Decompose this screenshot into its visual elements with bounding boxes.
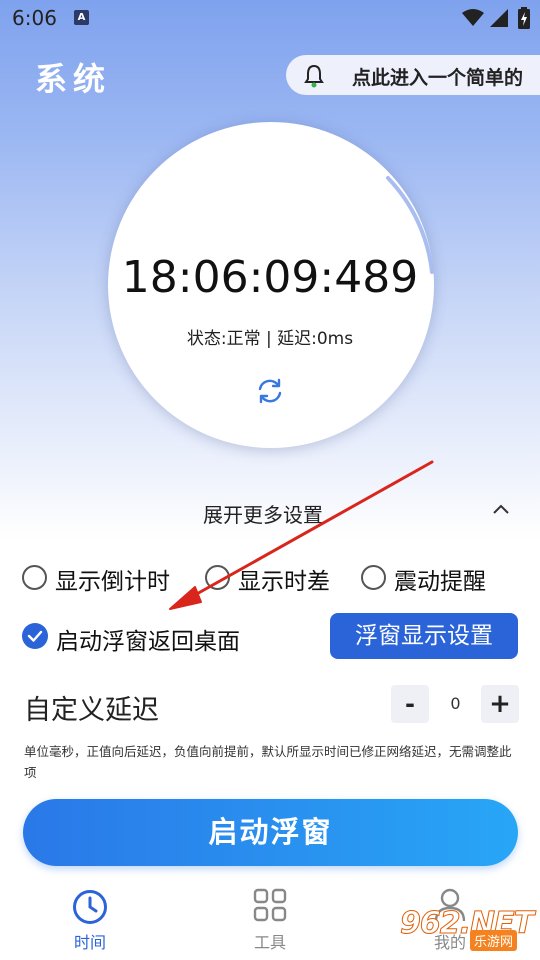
option-label: 震动提醒 [394,569,486,595]
nav-item-tools[interactable]: 工具 [180,878,360,960]
clock-time: 18:06:09:489 [121,252,419,303]
option-label: 启动浮窗返回桌面 [56,629,240,655]
notice-text: 点此进入一个简单的 [352,67,524,89]
custom-delay-label: 自定义延迟 [24,695,159,726]
clock-icon [73,890,107,924]
increment-button[interactable]: + [481,685,519,723]
option-label: 显示倒计时 [55,569,170,595]
refresh-icon[interactable] [255,376,285,406]
option-label: 显示时差 [238,569,330,595]
status-bar: 6:06 A [0,0,540,36]
grid-icon [253,888,287,922]
option-show-time-diff[interactable]: 显示时差 [205,562,350,595]
start-float-button[interactable]: 启动浮窗 [23,799,518,866]
option-show-countdown[interactable]: 显示倒计时 [22,562,192,595]
site-watermark-logo: 962.NET 乐游网 [399,902,536,954]
nav-item-time[interactable]: 时间 [0,878,180,960]
delay-value-input[interactable]: 0 [433,685,478,723]
radio-unchecked-icon[interactable] [205,565,230,590]
page-title: 系统 [35,60,112,98]
checkbox-checked-icon[interactable] [22,623,48,649]
status-time: 6:06 [12,6,57,30]
float-display-settings-button[interactable]: 浮窗显示设置 [330,613,518,659]
watermark-sub: 乐游网 [470,930,518,951]
wifi-icon [462,9,484,26]
decrement-button[interactable]: - [391,685,429,723]
notification-app-icon: A [74,10,89,25]
battery-icon [518,7,530,29]
notice-banner[interactable]: 点此进入一个简单的 [286,55,540,95]
radio-unchecked-icon[interactable] [361,565,386,590]
nav-label: 工具 [253,933,286,952]
chevron-up-icon[interactable] [492,502,510,516]
nav-label: 时间 [73,933,106,952]
expand-settings-toggle[interactable]: 展开更多设置 [203,499,323,528]
signal-icon [490,9,508,27]
bell-icon [304,64,324,88]
delay-hint: 单位毫秒，正值向后延迟，负值向前提前，默认所显示时间已修正网络延迟，无需调整此项 [24,744,512,780]
radio-unchecked-icon[interactable] [22,565,47,590]
option-vibrate-reminder[interactable]: 震动提醒 [361,562,506,595]
clock-status: 状态:正常 | 延迟:0ms [186,329,354,349]
